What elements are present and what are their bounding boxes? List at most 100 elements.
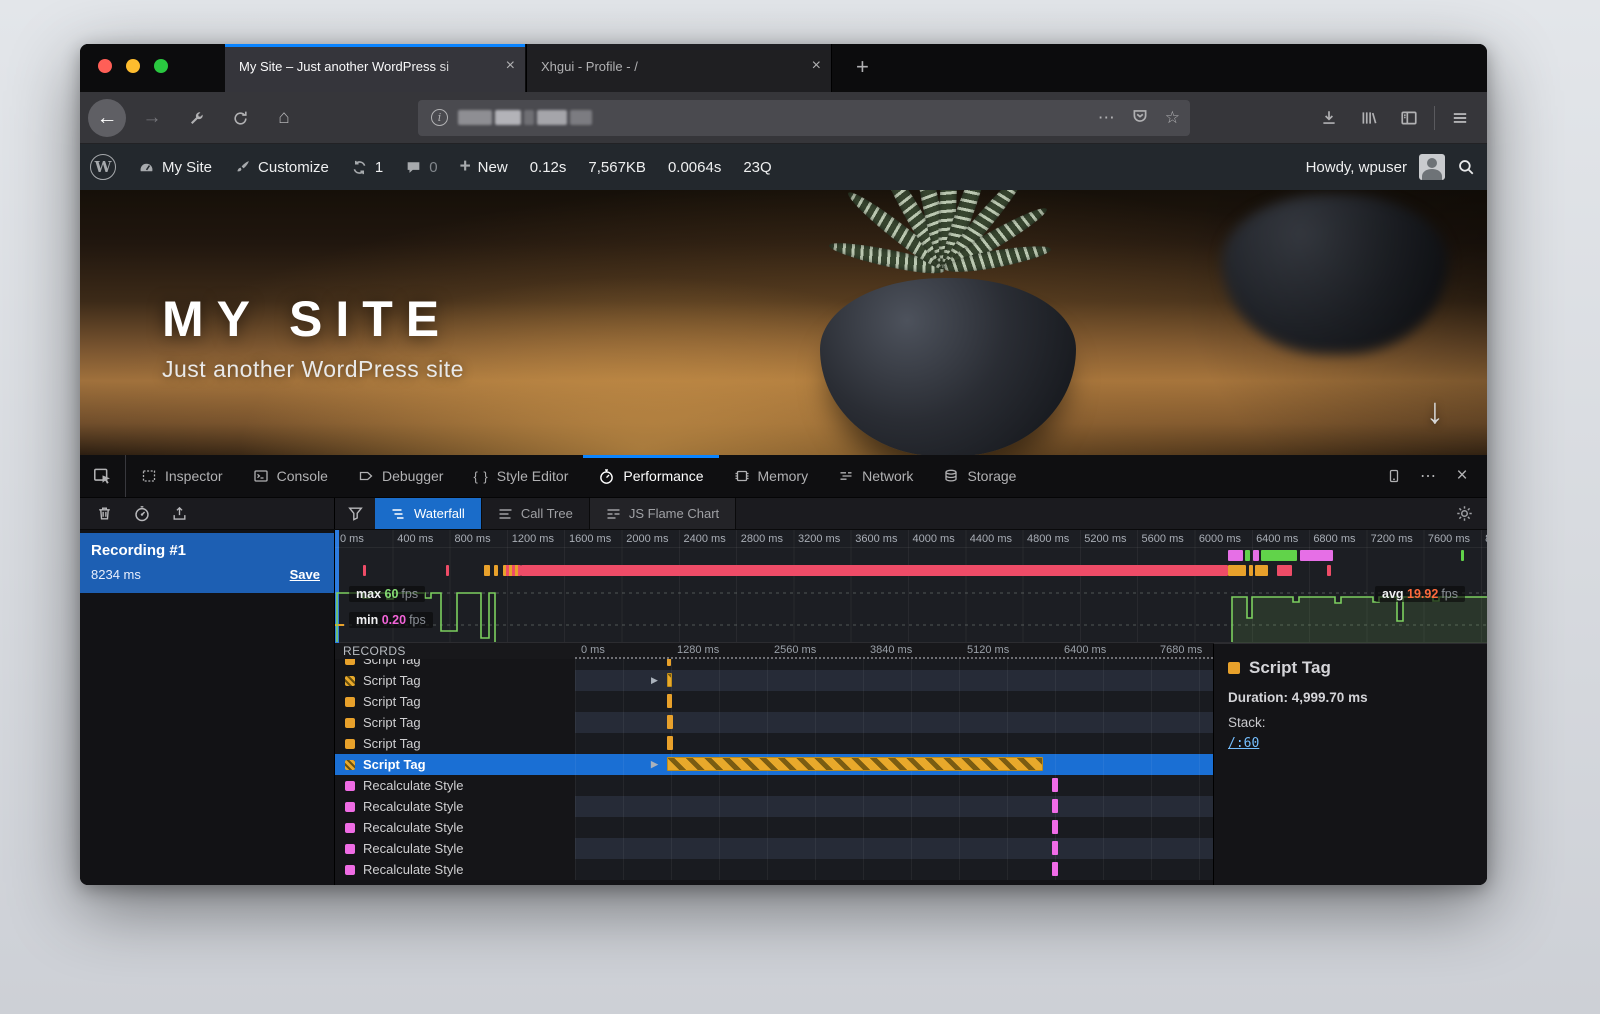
tab-console[interactable]: Console — [238, 455, 343, 497]
script-tag-icon — [345, 697, 355, 707]
record-row[interactable]: Script Tag — [335, 691, 1213, 712]
ruler-tick-label: 6400 ms — [1251, 533, 1298, 545]
responsive-design-mode-icon[interactable] — [1379, 461, 1409, 491]
scroll-down-arrow-icon[interactable]: ↓ — [1426, 390, 1444, 432]
avatar[interactable] — [1419, 154, 1445, 180]
expand-triangle-icon[interactable]: ▶ — [651, 759, 658, 770]
records-list-viewport[interactable]: Script TagScript Tag▶Script TagScript Ta… — [335, 659, 1213, 885]
devtools-close-icon[interactable]: × — [1447, 461, 1477, 491]
record-label: Recalculate Style — [363, 820, 463, 835]
clear-recordings-trash-icon[interactable] — [96, 505, 113, 522]
admin-comments[interactable]: 0 — [405, 159, 437, 176]
library-icon[interactable] — [1354, 103, 1384, 133]
pocket-icon[interactable] — [1131, 107, 1149, 130]
overview-marker-green — [1461, 550, 1464, 561]
site-info-icon[interactable]: i — [431, 109, 448, 126]
search-icon[interactable] — [1457, 158, 1475, 176]
wrench-icon[interactable] — [182, 104, 210, 132]
tab-close-icon[interactable]: × — [812, 57, 821, 75]
home-icon[interactable]: ⌂ — [270, 104, 298, 132]
element-picker-icon[interactable] — [80, 455, 126, 497]
ruler-tick-label: 1200 ms — [507, 533, 554, 545]
forward-button[interactable]: → — [138, 104, 166, 132]
updates-icon — [351, 159, 368, 176]
ruler-tick-label: 2800 ms — [736, 533, 783, 545]
performance-settings-gear-icon[interactable] — [1456, 498, 1487, 529]
sidebar-toggle-icon[interactable] — [1394, 103, 1424, 133]
recording-name: Recording #1 — [91, 542, 186, 559]
record-label: Script Tag — [363, 659, 421, 667]
reload-icon[interactable] — [226, 104, 254, 132]
record-details-panel: Script Tag Duration: 4,999.70 ms Stack: … — [1213, 643, 1487, 885]
close-window-button[interactable] — [98, 59, 112, 73]
record-row[interactable]: Script Tag — [335, 733, 1213, 754]
import-recording-icon[interactable] — [171, 505, 188, 522]
axis-tick-label: 7680 ms — [1160, 644, 1202, 656]
back-button[interactable]: ← — [88, 99, 126, 137]
admin-updates[interactable]: 1 — [351, 159, 383, 176]
tab-close-icon[interactable]: × — [506, 57, 515, 75]
record-row[interactable]: Script Tag▶ — [335, 670, 1213, 691]
overview-segment-orange — [1255, 565, 1267, 576]
fps-max-label: max 60fps — [349, 586, 425, 602]
zoom-window-button[interactable] — [154, 59, 168, 73]
wordpress-logo-icon[interactable]: W — [90, 154, 116, 180]
records-time-axis: 0 ms1280 ms2560 ms3840 ms5120 ms6400 ms7… — [575, 643, 1213, 659]
record-row[interactable]: Recalculate Style — [335, 775, 1213, 796]
navigation-toolbar: ← → ⌂ i ⋯ ☆ — [80, 92, 1487, 144]
devtools-menu-icon[interactable]: ⋯ — [1413, 461, 1443, 491]
expand-triangle-icon[interactable]: ▶ — [651, 675, 658, 686]
memory-chip-icon — [734, 468, 750, 484]
tab-xhgui[interactable]: Xhgui - Profile - / × — [526, 44, 832, 92]
tab-label: Storage — [967, 468, 1016, 484]
new-tab-button[interactable]: + — [856, 54, 869, 80]
ruler-tick-label: 2000 ms — [621, 533, 668, 545]
view-js-flame-chart-button[interactable]: JS Flame Chart — [590, 498, 736, 529]
view-call-tree-button[interactable]: Call Tree — [482, 498, 590, 529]
tab-network[interactable]: Network — [823, 455, 928, 497]
bookmark-star-icon[interactable]: ☆ — [1165, 108, 1180, 128]
tab-my-site[interactable]: My Site – Just another WordPress si × — [225, 44, 525, 92]
ruler-tick-label: 6000 ms — [1194, 533, 1241, 545]
record-bar — [667, 757, 1043, 771]
menu-icon[interactable] — [1445, 103, 1475, 133]
tab-memory[interactable]: Memory — [719, 455, 824, 497]
recording-save-link[interactable]: Save — [290, 567, 320, 582]
active-tab-indicator — [225, 44, 525, 47]
howdy-account[interactable]: Howdy, wpuser — [1306, 159, 1407, 176]
records-section: RECORDS 0 ms1280 ms2560 ms3840 ms5120 ms… — [335, 643, 1487, 885]
tab-debugger[interactable]: Debugger — [343, 455, 459, 497]
recording-item[interactable]: Recording #1 8234 ms Save — [80, 533, 334, 593]
toolbar-separator — [1434, 106, 1435, 130]
ruler-tick-label: 2400 ms — [679, 533, 726, 545]
admin-customize[interactable]: Customize — [234, 159, 329, 176]
record-row[interactable]: Recalculate Style — [335, 796, 1213, 817]
tab-inspector[interactable]: Inspector — [126, 455, 238, 497]
view-waterfall-button[interactable]: Waterfall — [375, 498, 482, 529]
minimize-window-button[interactable] — [126, 59, 140, 73]
plant-pot — [820, 278, 1076, 455]
admin-my-site[interactable]: My Site — [138, 159, 212, 176]
admin-new[interactable]: + New — [460, 156, 508, 178]
updates-count: 1 — [375, 159, 383, 176]
record-row[interactable]: Recalculate Style — [335, 838, 1213, 859]
comments-bubble-icon — [405, 159, 422, 176]
record-performance-icon[interactable] — [133, 505, 151, 523]
tab-storage[interactable]: Storage — [928, 455, 1031, 497]
tab-style-editor[interactable]: { } Style Editor — [458, 455, 583, 497]
record-row[interactable]: Recalculate Style — [335, 817, 1213, 838]
detail-stack-link[interactable]: /:60 — [1228, 736, 1473, 751]
page-actions-icon[interactable]: ⋯ — [1098, 108, 1115, 128]
overview-segment-orange — [484, 565, 490, 576]
filter-icon[interactable] — [335, 498, 375, 529]
record-row[interactable]: Script Tag▶ — [335, 754, 1213, 775]
record-row[interactable]: Script Tag — [335, 659, 1213, 670]
url-bar[interactable]: i ⋯ ☆ — [418, 100, 1190, 136]
record-row[interactable]: Recalculate Style — [335, 859, 1213, 880]
record-row[interactable]: Script Tag — [335, 712, 1213, 733]
recalculate-style-icon — [345, 844, 355, 854]
timeline-overview[interactable]: 0 ms400 ms800 ms1200 ms1600 ms2000 ms240… — [335, 530, 1487, 643]
record-bar — [1052, 778, 1058, 792]
tab-performance[interactable]: Performance — [583, 455, 718, 497]
downloads-icon[interactable] — [1314, 103, 1344, 133]
